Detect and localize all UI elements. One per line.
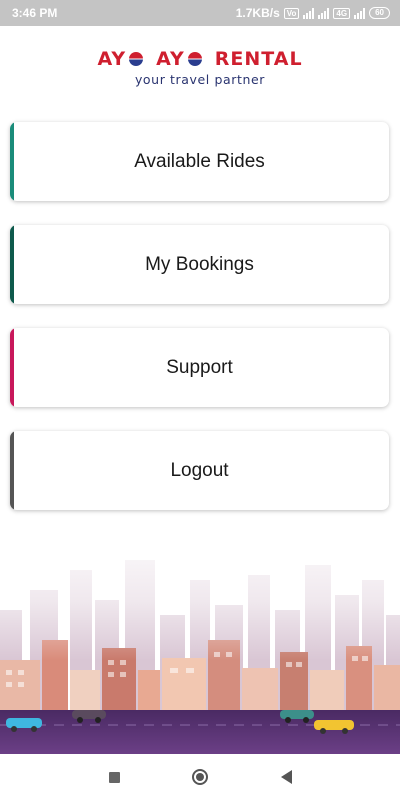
square-icon [108,771,120,783]
city-skyline-illustration [0,520,400,754]
status-bar: 3:46 PM 1.7KB/s Vo 4G 60 [0,0,400,26]
card-accent [10,431,14,510]
globe-icon-2 [187,52,202,66]
battery-icon: 60 [369,7,390,19]
logo-text-ay-1: AY [97,48,127,70]
recents-button[interactable] [105,768,123,786]
status-time: 3:46 PM [12,6,58,20]
support-button[interactable]: Support [10,328,389,407]
signal-icon-3 [354,7,366,19]
lte-icon: 4G [333,7,351,19]
network-speed: 1.7KB/s [235,6,280,20]
card-label: Available Rides [134,150,265,172]
logout-button[interactable]: Logout [10,431,389,510]
logo-text-ay-2: AY [156,48,185,70]
card-label: My Bookings [145,253,254,275]
back-button[interactable] [277,768,295,786]
home-button[interactable] [191,768,209,786]
logo-text-rental: RENTAL [214,48,303,70]
card-accent [10,122,14,201]
card-label: Logout [170,459,229,481]
triangle-back-icon [280,770,292,784]
circle-icon [192,769,208,785]
volte-icon: Vo [283,7,300,19]
system-nav-bar [0,754,400,800]
my-bookings-button[interactable]: My Bookings [10,225,389,304]
card-accent [10,328,14,407]
status-icons: 1.7KB/s Vo 4G 60 [236,6,390,20]
app-header: AY AY RENTAL your travel partner [0,48,400,87]
signal-icon-2 [318,7,330,19]
card-accent [10,225,14,304]
app-logo: AY AY RENTAL [97,48,302,70]
signal-icon [303,7,315,19]
tagline: your travel partner [134,72,266,87]
available-rides-button[interactable]: Available Rides [10,122,389,201]
globe-icon [129,52,144,66]
main-menu: Available Rides My Bookings Support Logo… [10,122,389,534]
card-label: Support [166,356,233,378]
